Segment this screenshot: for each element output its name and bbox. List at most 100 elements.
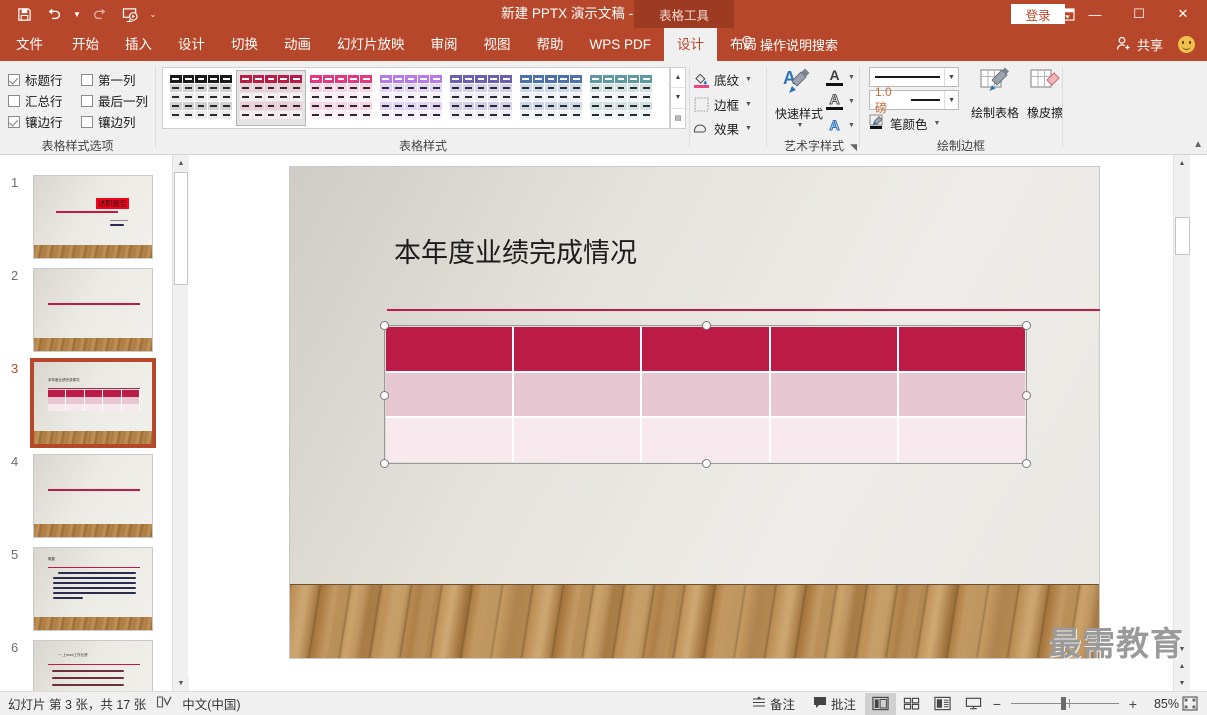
- slide-counter[interactable]: 幻灯片 第 3 张，共 17 张: [8, 694, 146, 713]
- shading-dropdown-icon[interactable]: ▼: [745, 76, 752, 83]
- tab-slideshow[interactable]: 幻灯片放映: [324, 28, 418, 61]
- customize-qat-icon[interactable]: ⌄: [146, 1, 160, 27]
- text-effects-button[interactable]: A ▼: [826, 113, 860, 137]
- checkbox-banded-rows-box[interactable]: [8, 115, 20, 128]
- slide-preview-5[interactable]: 概要: [33, 547, 153, 631]
- wordart-dialog-launcher-icon[interactable]: ◥: [850, 142, 857, 153]
- checkbox-total-row[interactable]: 汇总行: [8, 91, 81, 110]
- pen-weight-dropdown-icon[interactable]: ▼: [944, 91, 958, 109]
- resize-handle-bottom-right[interactable]: [1022, 459, 1031, 468]
- pen-color-dropdown-icon[interactable]: ▼: [934, 120, 941, 127]
- resize-handle-top-center[interactable]: [702, 321, 711, 330]
- thumb-scroll-down-icon[interactable]: ▼: [173, 675, 189, 691]
- checkbox-banded-columns-box[interactable]: [81, 115, 93, 128]
- resize-handle-bottom-center[interactable]: [702, 459, 711, 468]
- table-style-thumbnail-1[interactable]: [166, 70, 236, 126]
- share-button[interactable]: 共享: [1116, 28, 1163, 61]
- gallery-more-icon[interactable]: ▤: [671, 109, 685, 128]
- tab-file[interactable]: 文件: [0, 28, 59, 61]
- checkbox-first-column[interactable]: 第一列: [81, 70, 154, 89]
- thumb-scroll-thumb[interactable]: [174, 172, 188, 285]
- slide-preview-3[interactable]: 本年度业绩完成情况: [30, 358, 156, 448]
- feedback-smiley-icon[interactable]: [1178, 36, 1195, 53]
- tell-me-search[interactable]: 操作说明搜索: [740, 28, 838, 61]
- reading-view-icon[interactable]: [927, 693, 958, 715]
- slide-thumb-1[interactable]: 1 述职报告: [11, 175, 153, 259]
- resize-handle-bottom-left[interactable]: [380, 459, 389, 468]
- thumb-scroll-up-icon[interactable]: ▲: [173, 155, 189, 171]
- slide-preview-4[interactable]: [33, 454, 153, 538]
- checkbox-header-row-box[interactable]: [8, 73, 20, 86]
- quick-styles-dropdown-icon[interactable]: ▼: [774, 122, 826, 129]
- tab-transitions[interactable]: 切换: [218, 28, 271, 61]
- canvas-scroll-up-icon[interactable]: ▲: [1174, 155, 1190, 171]
- slide-sorter-view-icon[interactable]: [896, 693, 927, 715]
- table-style-thumbnail-2[interactable]: [236, 70, 306, 126]
- table-style-thumbnail-3[interactable]: [306, 70, 376, 126]
- checkbox-last-column-box[interactable]: [81, 94, 93, 107]
- zoom-level-value[interactable]: 85%: [1141, 697, 1179, 711]
- gallery-scroll-up-icon[interactable]: ▲: [671, 68, 685, 89]
- checkbox-last-column[interactable]: 最后一列: [81, 91, 154, 110]
- checkbox-header-row[interactable]: 标题行: [8, 70, 81, 89]
- pen-weight-combo[interactable]: 1.0 磅 ▼: [869, 85, 959, 115]
- slide-thumb-4[interactable]: 4: [11, 454, 153, 538]
- tab-design[interactable]: 设计: [165, 28, 218, 61]
- checkbox-banded-columns[interactable]: 镶边列: [81, 112, 154, 131]
- fit-to-window-icon[interactable]: [1179, 693, 1201, 715]
- borders-dropdown-icon[interactable]: ▼: [745, 101, 752, 108]
- table-style-thumbnail-7[interactable]: [586, 70, 656, 126]
- borders-button[interactable]: 边框 ▼: [692, 92, 752, 116]
- zoom-out-button[interactable]: −: [989, 696, 1005, 712]
- collapse-ribbon-icon[interactable]: ▲: [1193, 139, 1203, 150]
- checkbox-total-row-box[interactable]: [8, 94, 20, 107]
- tab-table-design[interactable]: 设计: [664, 28, 718, 61]
- slide-preview-1[interactable]: 述职报告: [33, 175, 153, 259]
- tab-view[interactable]: 视图: [471, 28, 524, 61]
- start-slideshow-icon[interactable]: [116, 1, 144, 27]
- resize-handle-middle-right[interactable]: [1022, 391, 1031, 400]
- tab-wps-pdf[interactable]: WPS PDF: [577, 28, 665, 61]
- text-fill-button[interactable]: A ▼: [826, 65, 860, 89]
- tab-home[interactable]: 开始: [59, 28, 112, 61]
- slide-thumb-5[interactable]: 5 概要: [11, 547, 153, 631]
- slide-preview-2[interactable]: [33, 268, 153, 352]
- save-icon[interactable]: [10, 1, 38, 27]
- proofing-icon[interactable]: [156, 695, 172, 712]
- current-slide[interactable]: 本年度业绩完成情况: [289, 166, 1100, 659]
- minimize-icon[interactable]: —: [1073, 0, 1117, 28]
- tab-review[interactable]: 审阅: [418, 28, 471, 61]
- slide-preview-6[interactable]: 一 上once工作业绩: [33, 640, 153, 691]
- slideshow-view-icon[interactable]: [958, 693, 989, 715]
- text-fill-dropdown-icon[interactable]: ▼: [848, 74, 855, 81]
- table-style-thumbnail-6[interactable]: [516, 70, 586, 126]
- slide-thumb-3[interactable]: 3 本年度业绩完成情况: [11, 358, 156, 448]
- checkbox-first-column-box[interactable]: [81, 73, 93, 86]
- undo-dropdown-icon[interactable]: ▼: [70, 1, 84, 27]
- undo-icon[interactable]: [40, 1, 68, 27]
- gallery-scroll-down-icon[interactable]: ▼: [671, 88, 685, 109]
- tab-animations[interactable]: 动画: [271, 28, 324, 61]
- text-outline-button[interactable]: A ▼: [826, 89, 860, 113]
- checkbox-banded-rows[interactable]: 镶边行: [8, 112, 81, 131]
- next-slide-icon[interactable]: ▼: [1174, 675, 1190, 691]
- zoom-slider[interactable]: [1011, 693, 1119, 715]
- notes-button[interactable]: 备注: [743, 693, 804, 715]
- comments-button[interactable]: 批注: [804, 693, 865, 715]
- pen-color-button[interactable]: 笔颜色 ▼: [869, 114, 940, 133]
- draw-table-button[interactable]: 绘制表格: [969, 67, 1021, 121]
- resize-handle-middle-left[interactable]: [380, 391, 389, 400]
- effects-dropdown-icon[interactable]: ▼: [745, 125, 752, 132]
- canvas-scroll-thumb[interactable]: [1175, 217, 1190, 255]
- table-styles-gallery[interactable]: [162, 67, 670, 129]
- table-style-thumbnail-4[interactable]: [376, 70, 446, 126]
- normal-view-icon[interactable]: [865, 692, 896, 715]
- slide-thumb-6[interactable]: 6 一 上once工作业绩: [11, 640, 153, 691]
- table-style-thumbnail-5[interactable]: [446, 70, 516, 126]
- maximize-icon[interactable]: ☐: [1117, 0, 1161, 28]
- eraser-button[interactable]: 橡皮擦: [1019, 67, 1071, 121]
- zoom-in-button[interactable]: +: [1125, 696, 1141, 712]
- slide-canvas-scrollbar[interactable]: ▲ ▼ ▲ ▼: [1173, 155, 1190, 691]
- redo-icon[interactable]: [86, 1, 114, 27]
- resize-handle-top-right[interactable]: [1022, 321, 1031, 330]
